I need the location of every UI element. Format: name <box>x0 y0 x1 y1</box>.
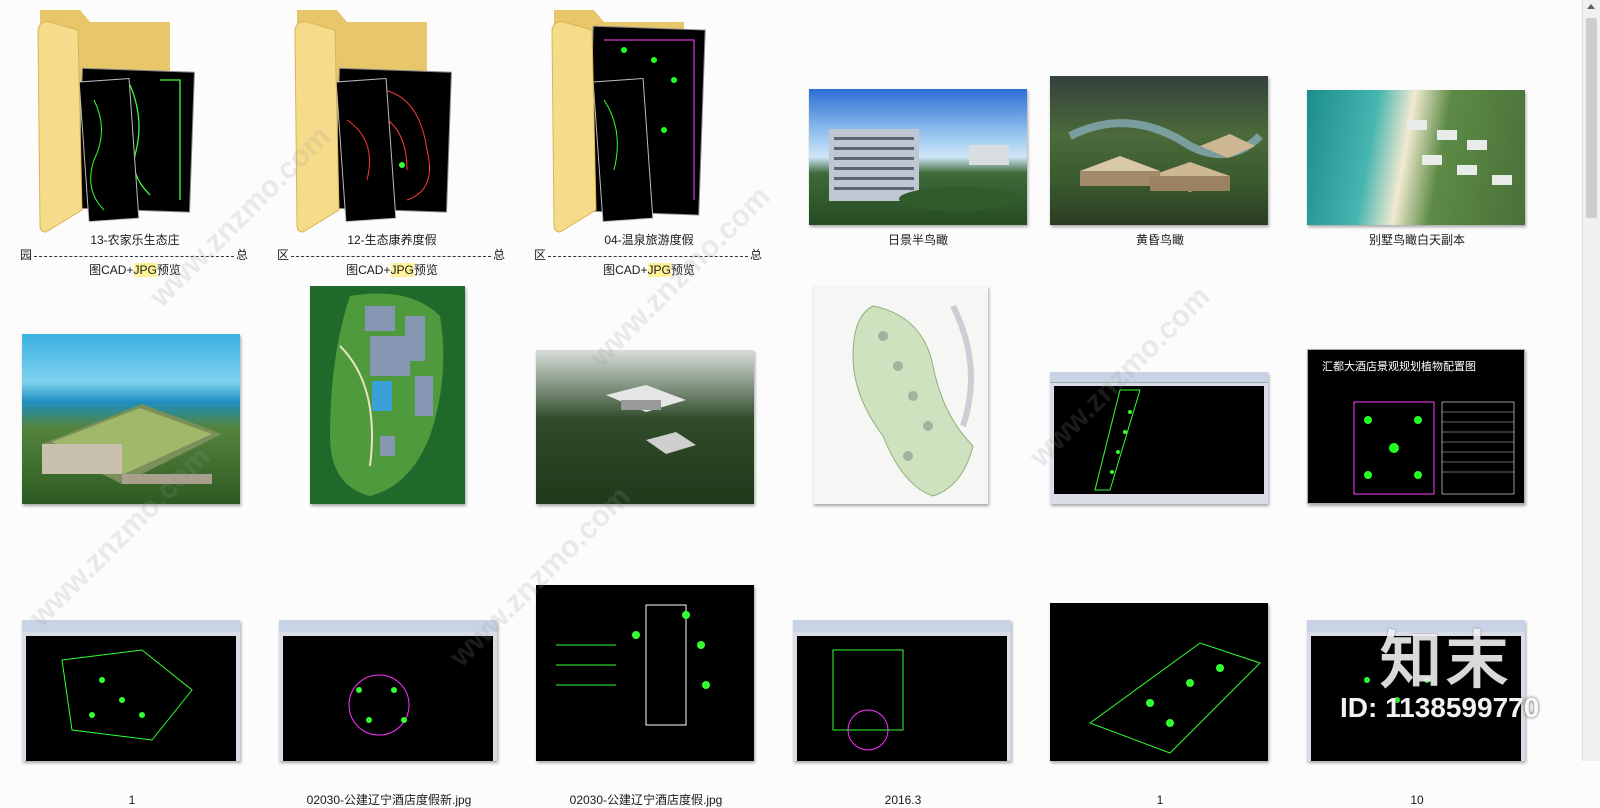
cad-screenshot <box>22 620 240 761</box>
image-thumbnail <box>809 89 1027 225</box>
colored-plan <box>852 304 974 497</box>
item-name-line2: 图CAD+JPG预览 <box>534 262 764 278</box>
image-thumbnail <box>1307 620 1525 761</box>
line2-text: 图CAD+JPG预览 <box>603 263 695 277</box>
image-thumbnail <box>310 286 465 504</box>
villa-render <box>1407 120 1512 185</box>
folder-item[interactable]: 04-温泉旅游度假 区 总 图CAD+JPG预览 <box>534 0 764 280</box>
scrollbar-thumb[interactable] <box>1586 18 1597 218</box>
hotel-render <box>829 129 1019 211</box>
name-dash-line <box>34 256 234 257</box>
cad-drawing <box>556 604 710 726</box>
forest-render <box>606 385 696 454</box>
image-thumbnail <box>536 585 754 761</box>
image-item[interactable]: 2016.3 <box>791 280 1021 807</box>
image-item[interactable]: 别墅鸟瞰白天副本 <box>1305 0 1535 260</box>
image-thumbnail <box>793 620 1011 761</box>
folder-item[interactable]: 12-生态康养度假 区 总 图CAD+JPG预览 <box>277 0 507 280</box>
filename-text: 02030-公建辽宁酒店度假.jpg <box>569 793 723 807</box>
item-name: 02030-公建辽宁酒店度假.jpg <box>534 792 758 808</box>
image-item[interactable]: 汇都大酒店景观规划植物配置图 10 <box>1305 280 1535 807</box>
cad-screenshot <box>279 620 497 761</box>
item-name: 13-农家乐生态庄 <box>90 233 180 247</box>
planting-plan <box>1353 401 1515 495</box>
name-dash-line <box>291 256 491 257</box>
image-item[interactable] <box>20 600 250 761</box>
item-right-char: 总 <box>493 248 506 262</box>
image-thumbnail <box>22 620 240 761</box>
item-name-line2: 图CAD+JPG预览 <box>277 262 507 278</box>
resort-render <box>1068 119 1263 192</box>
scroll-up-arrow-icon[interactable] <box>1587 4 1595 9</box>
item-name: 黄昏鸟瞰 <box>1135 233 1184 247</box>
image-thumbnail: 汇都大酒店景观规划植物配置图 <box>1307 349 1525 504</box>
image-item[interactable]: 02030-公建辽宁酒店度假新.jpg <box>277 280 507 807</box>
image-item[interactable]: 1 <box>1048 280 1278 807</box>
image-item[interactable]: 日景半鸟瞰 <box>791 0 1027 260</box>
item-left-char: 园 <box>20 248 33 262</box>
folder-icon <box>37 10 195 233</box>
cad-drawing <box>1088 642 1261 754</box>
image-thumbnail <box>1050 372 1268 504</box>
item-name: 02030-公建辽宁酒店度假新.jpg <box>277 792 501 808</box>
item-name: 1 <box>128 793 136 807</box>
image-thumbnail <box>536 350 754 504</box>
item-left-char: 区 <box>534 248 547 262</box>
search-highlight: JPG <box>390 263 414 277</box>
folder-item[interactable]: 13-农家乐生态庄 园 总 图CAD+JPG预览 <box>20 0 250 280</box>
item-name: 1 <box>1156 793 1164 807</box>
item-name-line2: 图CAD+JPG预览 <box>20 262 250 278</box>
line2-text: 图CAD+JPG预览 <box>346 263 438 277</box>
image-item[interactable] <box>277 600 507 761</box>
search-highlight: JPG <box>133 263 157 277</box>
filename-text: 02030-公建辽宁酒店度假新.jpg <box>306 793 472 807</box>
image-item[interactable] <box>1048 600 1278 761</box>
vertical-scrollbar[interactable] <box>1582 0 1600 761</box>
image-thumbnail <box>1307 90 1525 225</box>
item-name: 日景半鸟瞰 <box>887 233 948 247</box>
image-item[interactable]: 02030-公建辽宁酒店度假.jpg <box>534 280 764 807</box>
image-thumbnail <box>813 286 988 504</box>
name-dash-line <box>548 256 748 257</box>
cad-screenshot <box>1307 620 1525 761</box>
cad-screenshot <box>1054 386 1264 494</box>
image-thumbnail <box>279 620 497 761</box>
search-highlight: JPG <box>647 263 671 277</box>
item-name: 别墅鸟瞰白天副本 <box>1368 233 1465 247</box>
item-name: 04-温泉旅游度假 <box>604 233 694 247</box>
folder-icon <box>551 10 706 233</box>
image-item[interactable] <box>1305 600 1535 761</box>
image-item[interactable]: 1 <box>20 280 250 807</box>
item-name: 10 <box>1410 793 1424 807</box>
image-thumbnail <box>1050 603 1268 761</box>
item-name: 12-生态康养度假 <box>347 233 437 247</box>
image-item[interactable]: 黄昏鸟瞰 <box>1048 0 1278 260</box>
image-item[interactable] <box>791 600 1021 761</box>
item-right-char: 总 <box>236 248 249 262</box>
cad-screenshot <box>793 620 1011 761</box>
seaside-render <box>42 404 222 484</box>
line2-text: 图CAD+JPG预览 <box>89 263 181 277</box>
folder-icon <box>294 10 452 233</box>
item-name: 2016.3 <box>884 793 922 807</box>
file-grid: 13-农家乐生态庄 园 总 图CAD+JPG预览 12-生态康养度假 区 总 图… <box>0 0 1582 807</box>
item-left-char: 区 <box>277 248 290 262</box>
image-item[interactable] <box>534 585 764 761</box>
item-right-char: 总 <box>750 248 763 262</box>
site-plan <box>330 293 444 496</box>
image-thumbnail <box>22 334 240 504</box>
image-thumbnail <box>1050 76 1268 225</box>
